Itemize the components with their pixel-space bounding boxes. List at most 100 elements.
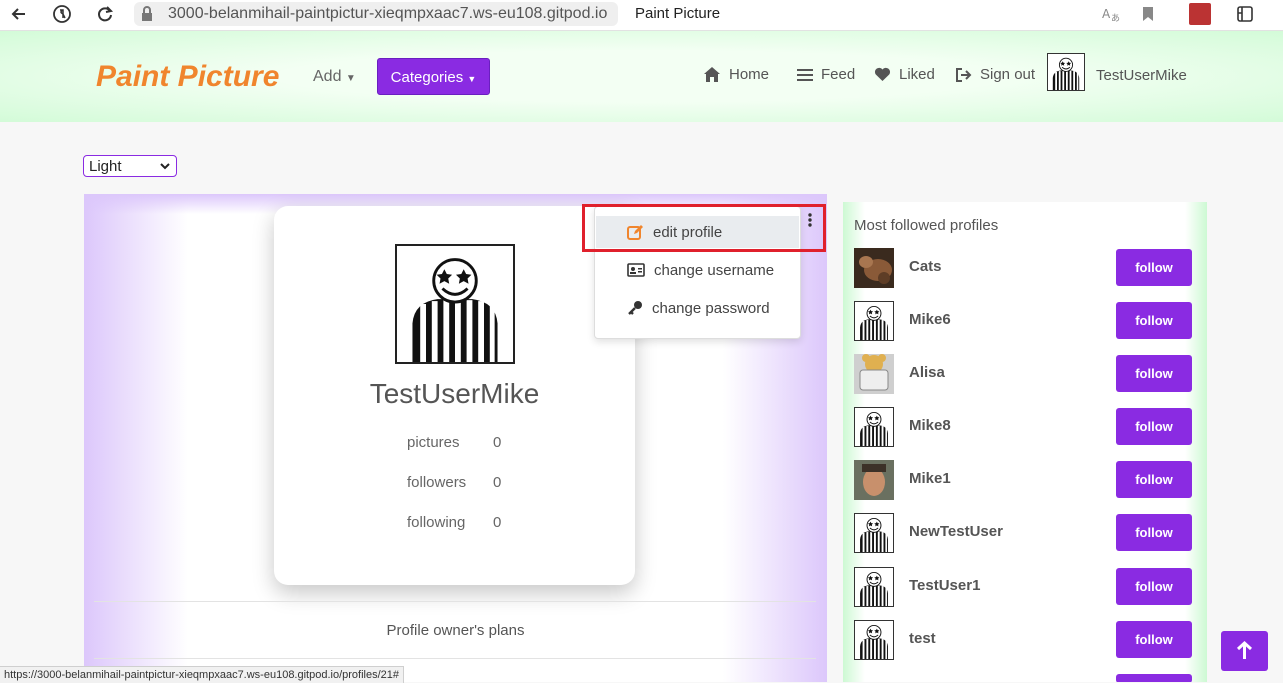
browser-toolbar: 3000-belanmihail-paintpictur-xieqmpxaac7…	[0, 0, 1283, 31]
profile-name[interactable]: Alisa	[909, 364, 945, 381]
lock-icon	[142, 6, 152, 21]
change-username-label: change username	[654, 261, 775, 279]
stat-followers: followers 0	[407, 474, 501, 491]
nav-home[interactable]: Home	[703, 66, 769, 83]
stat-label: followers	[407, 474, 467, 491]
brand-logo[interactable]: Paint Picture	[96, 60, 279, 94]
stat-label: following	[407, 514, 466, 531]
striped-figure-avatar	[1048, 54, 1084, 90]
nav-liked[interactable]: Liked	[874, 66, 935, 83]
caret-down-icon: ▼	[467, 74, 477, 84]
follow-button[interactable]: follow	[1116, 302, 1192, 339]
striped-figure-avatar	[855, 514, 893, 552]
address-bar[interactable]: 3000-belanmihail-paintpictur-xieqmpxaac7…	[134, 2, 618, 26]
avatar[interactable]	[854, 460, 894, 500]
avatar[interactable]	[854, 248, 894, 288]
follow-button[interactable]: follow	[1116, 568, 1192, 605]
profile-name[interactable]: TestUser1	[909, 577, 980, 594]
stat-value: 0	[493, 514, 502, 531]
striped-figure-avatar	[855, 302, 893, 340]
theme-select-value: Light	[89, 158, 122, 175]
stat-pictures: pictures 0	[407, 434, 501, 451]
categories-button[interactable]: Categories ▼	[377, 58, 490, 95]
site-header: Paint Picture Add ▼ Categories ▼ Home Fe…	[0, 31, 1283, 122]
profile-username: TestUserMike	[369, 378, 540, 409]
caret-down-icon: ▼	[345, 73, 356, 84]
avatar[interactable]	[854, 567, 894, 607]
profile-name[interactable]: Mike1	[909, 470, 951, 487]
list-item: Mike1 follow	[854, 460, 1194, 500]
divider	[94, 658, 816, 659]
translate-icon[interactable]: Aあ	[1101, 4, 1121, 24]
key-icon	[628, 301, 642, 315]
nav-sign-out-label: Sign out	[980, 66, 1036, 83]
categories-label: Categories	[390, 69, 464, 86]
change-username-item[interactable]: change username	[596, 254, 799, 286]
list-item: NewTestUser follow	[854, 513, 1194, 553]
striped-figure-avatar	[855, 621, 893, 659]
back-arrow-icon[interactable]	[8, 3, 30, 25]
bookmark-icon[interactable]	[1138, 4, 1158, 24]
striped-figure-avatar	[855, 408, 893, 446]
nav-feed-label: Feed	[821, 66, 856, 83]
list-item: Mike8 follow	[854, 407, 1194, 447]
follow-button[interactable]: follow	[1116, 408, 1192, 445]
browser-profile-avatar[interactable]	[1189, 3, 1211, 25]
add-menu-label: Add	[313, 68, 342, 85]
avatar[interactable]	[854, 620, 894, 660]
follow-button[interactable]: follow	[1116, 355, 1192, 392]
stat-following: following 0	[407, 514, 501, 531]
profile-name[interactable]: test	[909, 630, 936, 647]
follow-button-partial[interactable]	[1116, 674, 1192, 682]
change-password-label: change password	[652, 299, 770, 317]
profile-name[interactable]: Mike6	[909, 311, 951, 328]
most-followed-sidebar: Most followed profiles Cats follow Mike6…	[843, 202, 1207, 682]
feed-icon	[797, 68, 813, 81]
list-item	[854, 673, 1194, 682]
theme-select[interactable]: Light	[83, 155, 177, 177]
striped-figure-avatar	[397, 246, 513, 362]
avatar[interactable]	[854, 513, 894, 553]
nav-feed[interactable]: Feed	[797, 66, 855, 83]
chevron-down-icon	[160, 163, 170, 170]
cat-photo-avatar	[854, 248, 894, 288]
follow-button[interactable]: follow	[1116, 514, 1192, 551]
svg-text:あ: あ	[1111, 13, 1120, 24]
arrow-up-icon	[1236, 640, 1253, 659]
follow-button[interactable]: follow	[1116, 621, 1192, 658]
list-item: TestUser1 follow	[854, 567, 1194, 607]
home-icon	[704, 67, 720, 82]
avatar[interactable]	[854, 354, 894, 394]
striped-figure-avatar	[855, 568, 893, 606]
stat-value: 0	[493, 474, 502, 491]
profile-name[interactable]: NewTestUser	[909, 523, 1003, 540]
avatar[interactable]	[854, 301, 894, 341]
profile-plans-heading: Profile owner's plans	[386, 622, 525, 639]
profile-avatar	[395, 244, 515, 364]
profile-name[interactable]: Cats	[909, 258, 942, 275]
profile-card: TestUserMike pictures 0 followers 0 follow…	[274, 206, 635, 585]
page-tab-title: Paint Picture	[635, 5, 721, 22]
avatar[interactable]	[854, 407, 894, 447]
header-username[interactable]: TestUserMike	[1096, 67, 1187, 84]
list-item: Cats follow	[854, 248, 1194, 288]
change-password-item[interactable]: change password	[596, 292, 799, 324]
extensions-icon[interactable]	[1235, 4, 1255, 24]
sidebar-title: Most followed profiles	[854, 217, 999, 234]
profile-name[interactable]: Mike8	[909, 417, 951, 434]
bear-photo-avatar	[854, 354, 894, 394]
yandex-icon[interactable]	[51, 3, 73, 25]
id-card-icon	[627, 263, 645, 277]
nav-liked-label: Liked	[899, 66, 935, 83]
reload-icon[interactable]	[94, 3, 116, 25]
highlight-annotation	[582, 204, 826, 252]
scroll-to-top-button[interactable]	[1221, 631, 1268, 671]
nav-sign-out[interactable]: Sign out	[955, 66, 1035, 83]
add-menu[interactable]: Add ▼	[313, 68, 356, 86]
sign-out-icon	[956, 67, 972, 82]
header-avatar[interactable]	[1047, 53, 1085, 91]
svg-text:A: A	[1102, 7, 1111, 21]
list-item: Alisa follow	[854, 354, 1194, 394]
follow-button[interactable]: follow	[1116, 461, 1192, 498]
follow-button[interactable]: follow	[1116, 249, 1192, 286]
